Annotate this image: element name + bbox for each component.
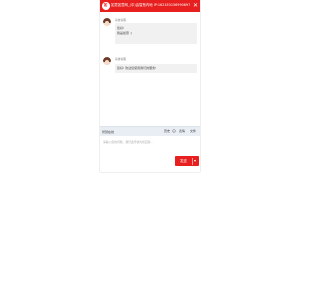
input-placeholder: 请输入您的问题，我们会尽快为您回答... [103, 140, 154, 144]
send-button-label: 发送 [180, 158, 187, 163]
brand-logo-text: 如 [103, 3, 108, 8]
emoji-icon[interactable] [172, 129, 176, 133]
message-sender: 系统客服 [115, 18, 127, 22]
history-button[interactable]: 历史 [164, 129, 170, 133]
agent-avatar [103, 18, 111, 26]
message-input[interactable]: 请输入您的问题，我们会尽快为您回答... 发送 [100, 136, 200, 172]
chat-window: 如 如意如意网_(中)由智慧内地 IP:1621E0156990697 ▾ ✕ … [100, 0, 200, 172]
brand-logo: 如 [101, 2, 110, 10]
toolbar-status-label: 智慧在线 [102, 129, 115, 134]
message-sender: 系统客服 [115, 57, 127, 61]
message-line: 我是如意 :) [117, 30, 133, 35]
chevron-down-icon[interactable] [194, 159, 196, 162]
chat-toolbar: 智慧在线 历史 表情 文件 [100, 126, 200, 136]
message-bubble: 您好! 我是如意 :) [115, 23, 197, 44]
agent-avatar [103, 57, 111, 65]
message-line: 您好! 欢迎您使用我们的服务! [117, 65, 157, 70]
title-bar: 如 如意如意网_(中)由智慧内地 IP:1621E0156990697 ▾ ✕ [100, 0, 200, 12]
message-list[interactable]: 系统客服 您好! 我是如意 :) 系统客服 您好! 欢迎您使用我们的服务! [100, 12, 200, 126]
send-divider [192, 157, 193, 165]
close-icon[interactable]: ✕ [193, 2, 198, 9]
emoji-button[interactable]: 表情 [179, 129, 185, 133]
files-button[interactable]: 文件 [190, 129, 196, 133]
message-bubble: 您好! 欢迎您使用我们的服务! [115, 64, 197, 73]
window-title: 如意如意网_(中)由智慧内地 IP:1621E0156990697 ▾ [111, 3, 191, 8]
send-button[interactable]: 发送 [175, 156, 199, 166]
